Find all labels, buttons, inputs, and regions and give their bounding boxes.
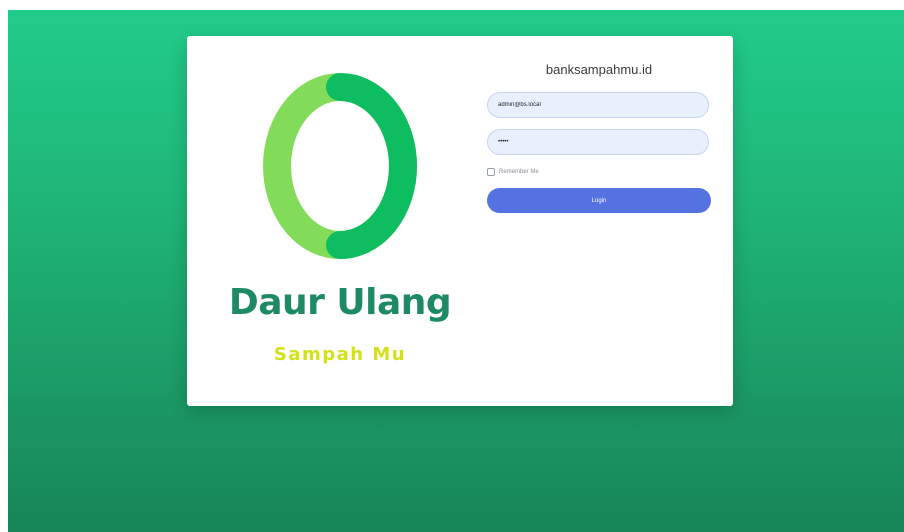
remember-me[interactable]: Remember Me	[487, 168, 539, 176]
remember-checkbox[interactable]	[487, 168, 495, 176]
brand-subtitle: Sampah Mu	[273, 344, 407, 365]
password-field[interactable]	[487, 129, 709, 155]
ring-dark-segment	[326, 73, 417, 259]
password-input[interactable]	[498, 139, 698, 145]
email-input[interactable]	[498, 102, 698, 108]
site-name: banksampahmu.id	[545, 62, 653, 77]
recycle-ring-logo-icon	[263, 73, 417, 259]
remember-label: Remember Me	[499, 169, 539, 175]
login-card: Daur Ulang Sampah Mu banksampahmu.id Rem…	[187, 36, 733, 406]
email-field[interactable]	[487, 92, 709, 118]
login-button[interactable]: Login	[487, 188, 711, 213]
brand-title: Daur Ulang	[228, 282, 452, 323]
